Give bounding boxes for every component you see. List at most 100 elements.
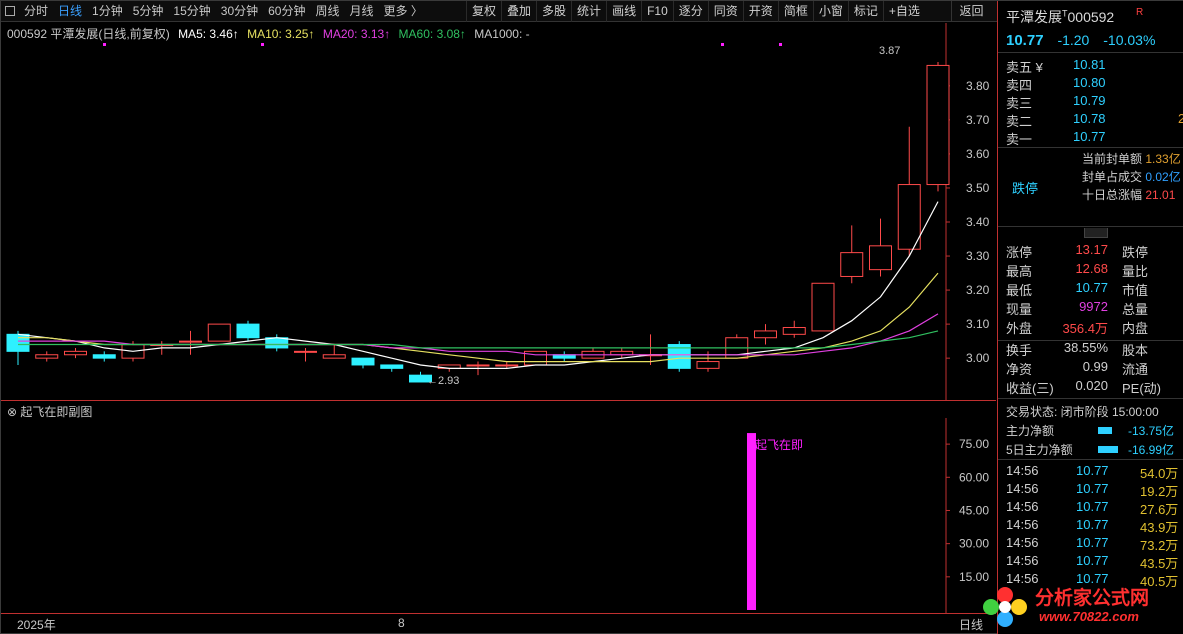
period-tab[interactable]: 60分钟	[263, 1, 310, 22]
legend-ma20: MA20: 3.13↑	[322, 27, 391, 41]
candle-body	[926, 64, 950, 186]
stat-value: 0.99	[1082, 359, 1108, 374]
watermark-text: 分析家公式网	[1035, 587, 1150, 609]
divider	[998, 398, 1183, 399]
collapse-icon[interactable]: ⊗	[7, 405, 17, 419]
candle-body	[207, 323, 231, 342]
tick-volume: 43.9万	[1140, 520, 1179, 535]
indicator-svg: 75.0060.0045.0030.0015.00起飞在即	[747, 418, 989, 613]
tool-button[interactable]: 小窗	[812, 1, 848, 22]
ask-row[interactable]: 卖三 10.79	[998, 93, 1183, 111]
tool-button[interactable]: 多股	[536, 1, 571, 22]
tick-volume: 27.6万	[1140, 502, 1179, 517]
y-tick-label: 3.50	[966, 181, 990, 195]
tool-button[interactable]: 同资	[707, 1, 743, 22]
stock-title: 平潭发展T000592	[1006, 7, 1114, 27]
candle	[840, 225, 864, 284]
tool-button[interactable]: 简框	[777, 1, 813, 22]
candle	[35, 351, 59, 362]
ask-row[interactable]: 卖四 10.80	[998, 75, 1183, 93]
sub-y-tick-label: 45.00	[959, 503, 989, 517]
tick-row[interactable]: 14:56 10.77 43.5万	[998, 553, 1183, 571]
main-kline-chart[interactable]: 3.80 3.70 3.60 3.50 3.40 3.30 3.20 3.10 3.00 3.87…	[1, 23, 996, 401]
tick-price: 10.77	[1076, 517, 1109, 532]
legend-ma60: MA60: 3.08↑	[398, 27, 466, 41]
period-tab[interactable]: 5分钟	[128, 1, 169, 22]
expand-toggle[interactable]	[1084, 228, 1108, 238]
ask-price: 10.77	[1073, 129, 1106, 144]
tick-row[interactable]: 14:56 10.77 19.2万	[998, 481, 1183, 499]
candle	[6, 330, 30, 365]
date-start: 2025年	[17, 618, 56, 632]
stat-label: 最低	[1006, 283, 1033, 298]
period-tab[interactable]: 周线	[310, 1, 344, 22]
r-badge: R	[1136, 7, 1144, 18]
y-tick-label: 3.10	[966, 317, 990, 331]
tool-button[interactable]: 逐分	[672, 1, 708, 22]
flow-bar	[1098, 446, 1118, 453]
period-tab[interactable]: 分时	[19, 1, 53, 22]
candle	[207, 323, 231, 342]
tick-row[interactable]: 14:56 10.77 54.0万	[998, 463, 1183, 481]
legend-ma10: MA10: 3.25↑	[247, 27, 315, 41]
stat-row: 现量 9972 总量	[998, 299, 1183, 318]
candle-body	[265, 337, 289, 349]
watermark-url: www.70822.com	[1039, 609, 1139, 624]
candle	[265, 334, 289, 352]
tick-price: 10.77	[1076, 553, 1109, 568]
signal-bar	[747, 433, 756, 610]
period-tab[interactable]: 更多 〉	[379, 1, 428, 22]
tool-button[interactable]: 叠加	[501, 1, 536, 22]
flow-row: 5日主力净额 -16.99亿	[1006, 441, 1183, 459]
stat-label-right: 市值	[1122, 283, 1149, 298]
stat-value: 9972	[1079, 299, 1108, 314]
menu-icon[interactable]	[1, 1, 19, 22]
indicator-sub-chart[interactable]: 75.00 60.00 45.00 30.00 15.00 起飞在即	[1, 418, 996, 613]
tick-row[interactable]: 14:56 10.77 43.9万	[998, 517, 1183, 535]
sub-y-tick-label: 75.00	[959, 437, 989, 451]
tick-volume: 43.5万	[1140, 556, 1179, 571]
candle-body	[782, 327, 806, 335]
candle-body	[869, 245, 892, 271]
ask-row[interactable]: 卖五 ¥ 10.81	[998, 57, 1183, 75]
sub-y-tick-label: 60.00	[959, 470, 989, 484]
ask-row[interactable]: 卖二 10.78 2	[998, 111, 1183, 129]
period-tab[interactable]: 月线	[345, 1, 379, 22]
period-tab[interactable]: 1分钟	[87, 1, 128, 22]
candle	[754, 324, 777, 345]
limit-key: 封单占成交	[1082, 170, 1143, 184]
period-tab[interactable]: 30分钟	[216, 1, 263, 22]
stat-label: 现量	[1006, 302, 1033, 317]
period-tab[interactable]: 15分钟	[168, 1, 215, 22]
tool-button[interactable]: +自选	[882, 1, 925, 22]
candle-body	[840, 252, 864, 277]
candle	[926, 62, 950, 192]
tick-volume: 73.2万	[1140, 538, 1179, 553]
tool-button[interactable]: 复权	[466, 1, 501, 22]
period-tab[interactable]: 日线	[53, 1, 87, 22]
tool-button[interactable]: F10	[641, 1, 673, 22]
limit-line: 十日总涨幅 21.01	[1082, 186, 1175, 203]
ask-price: 10.81	[1073, 57, 1106, 72]
tick-volume: 19.2万	[1140, 484, 1179, 499]
candle	[351, 357, 375, 369]
ask-row[interactable]: 卖一 10.77	[998, 129, 1183, 147]
current-price: 10.77	[1006, 32, 1044, 49]
tool-button[interactable]: 画线	[606, 1, 641, 22]
flow-value: -16.99亿	[1128, 443, 1175, 457]
tool-button[interactable]: 统计	[571, 1, 606, 22]
candle-body	[495, 364, 519, 367]
tick-row[interactable]: 14:56 10.77 27.6万	[998, 499, 1183, 517]
limit-value: 0.02亿	[1145, 170, 1181, 184]
tool-button[interactable]: 开资	[742, 1, 778, 22]
ask-price: 10.80	[1073, 75, 1106, 90]
candle	[92, 351, 116, 362]
candle-body	[811, 282, 835, 332]
back-button[interactable]: 返回	[951, 1, 991, 22]
tool-button[interactable]: 标记	[847, 1, 883, 22]
tick-price: 10.77	[1076, 499, 1109, 514]
flow-label: 5日主力净额	[1006, 443, 1073, 457]
stock-name: 平潭发展	[1006, 9, 1062, 25]
candle-body	[322, 354, 346, 359]
tick-row[interactable]: 14:56 10.77 73.2万	[998, 535, 1183, 553]
